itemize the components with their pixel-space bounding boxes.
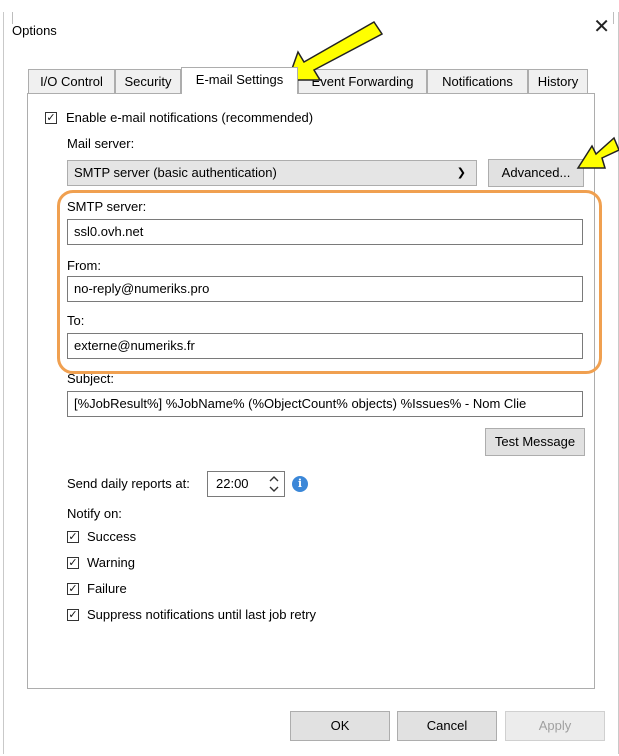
ok-button[interactable]: OK (290, 711, 390, 741)
advanced-button[interactable]: Advanced... (488, 159, 584, 187)
tab-history[interactable]: History (528, 69, 588, 93)
to-input[interactable]: externe@numeriks.fr (67, 333, 583, 359)
notify-on-label: Notify on: (67, 506, 122, 521)
suppress-notifications-checkbox[interactable]: ✓ (67, 609, 79, 621)
notify-warning-label: Warning (87, 555, 135, 570)
smtp-server-label: SMTP server: (67, 199, 147, 214)
tab-security[interactable]: Security (115, 69, 181, 93)
spin-up-icon (269, 476, 279, 482)
enable-email-checkbox[interactable]: ✓ (45, 112, 57, 124)
mail-server-select[interactable]: SMTP server (basic authentication) ❯ (67, 160, 477, 186)
tab-notifications[interactable]: Notifications (427, 69, 528, 93)
notify-success-label: Success (87, 529, 137, 544)
smtp-server-input[interactable]: ssl0.ovh.net (67, 219, 583, 245)
time-spinner[interactable] (265, 472, 283, 496)
cancel-button[interactable]: Cancel (397, 711, 497, 741)
test-message-button[interactable]: Test Message (485, 428, 585, 456)
mail-server-label: Mail server: (67, 136, 135, 151)
mail-server-value: SMTP server (basic authentication) (74, 165, 277, 180)
notify-success-checkbox[interactable]: ✓ (67, 531, 79, 543)
notify-warning-checkbox[interactable]: ✓ (67, 557, 79, 569)
spin-down-icon (269, 486, 279, 492)
close-icon[interactable]: ✕ (593, 17, 610, 37)
to-label: To: (67, 313, 85, 328)
tab-email-settings[interactable]: E-mail Settings (181, 67, 298, 94)
from-label: From: (67, 258, 101, 273)
subject-input[interactable]: [%JobResult%] %JobName% (%ObjectCount% o… (67, 391, 583, 417)
dialog-title: Options (12, 23, 57, 38)
tab-io-control[interactable]: I/O Control (28, 69, 115, 93)
info-icon[interactable]: i (292, 476, 308, 492)
enable-email-label: Enable e-mail notifications (recommended… (66, 110, 314, 125)
arrow-annotation-icon (576, 136, 619, 169)
chevron-down-icon: ❯ (456, 167, 466, 179)
from-input[interactable]: no-reply@numeriks.pro (67, 276, 583, 302)
notify-failure-label: Failure (87, 581, 127, 596)
apply-button[interactable]: Apply (505, 711, 605, 741)
subject-label: Subject: (67, 371, 114, 386)
suppress-notifications-label: Suppress notifications until last job re… (87, 607, 317, 622)
daily-reports-label: Send daily reports at: (67, 476, 190, 491)
daily-time-value: 22:00 (216, 476, 249, 491)
notify-failure-checkbox[interactable]: ✓ (67, 583, 79, 595)
